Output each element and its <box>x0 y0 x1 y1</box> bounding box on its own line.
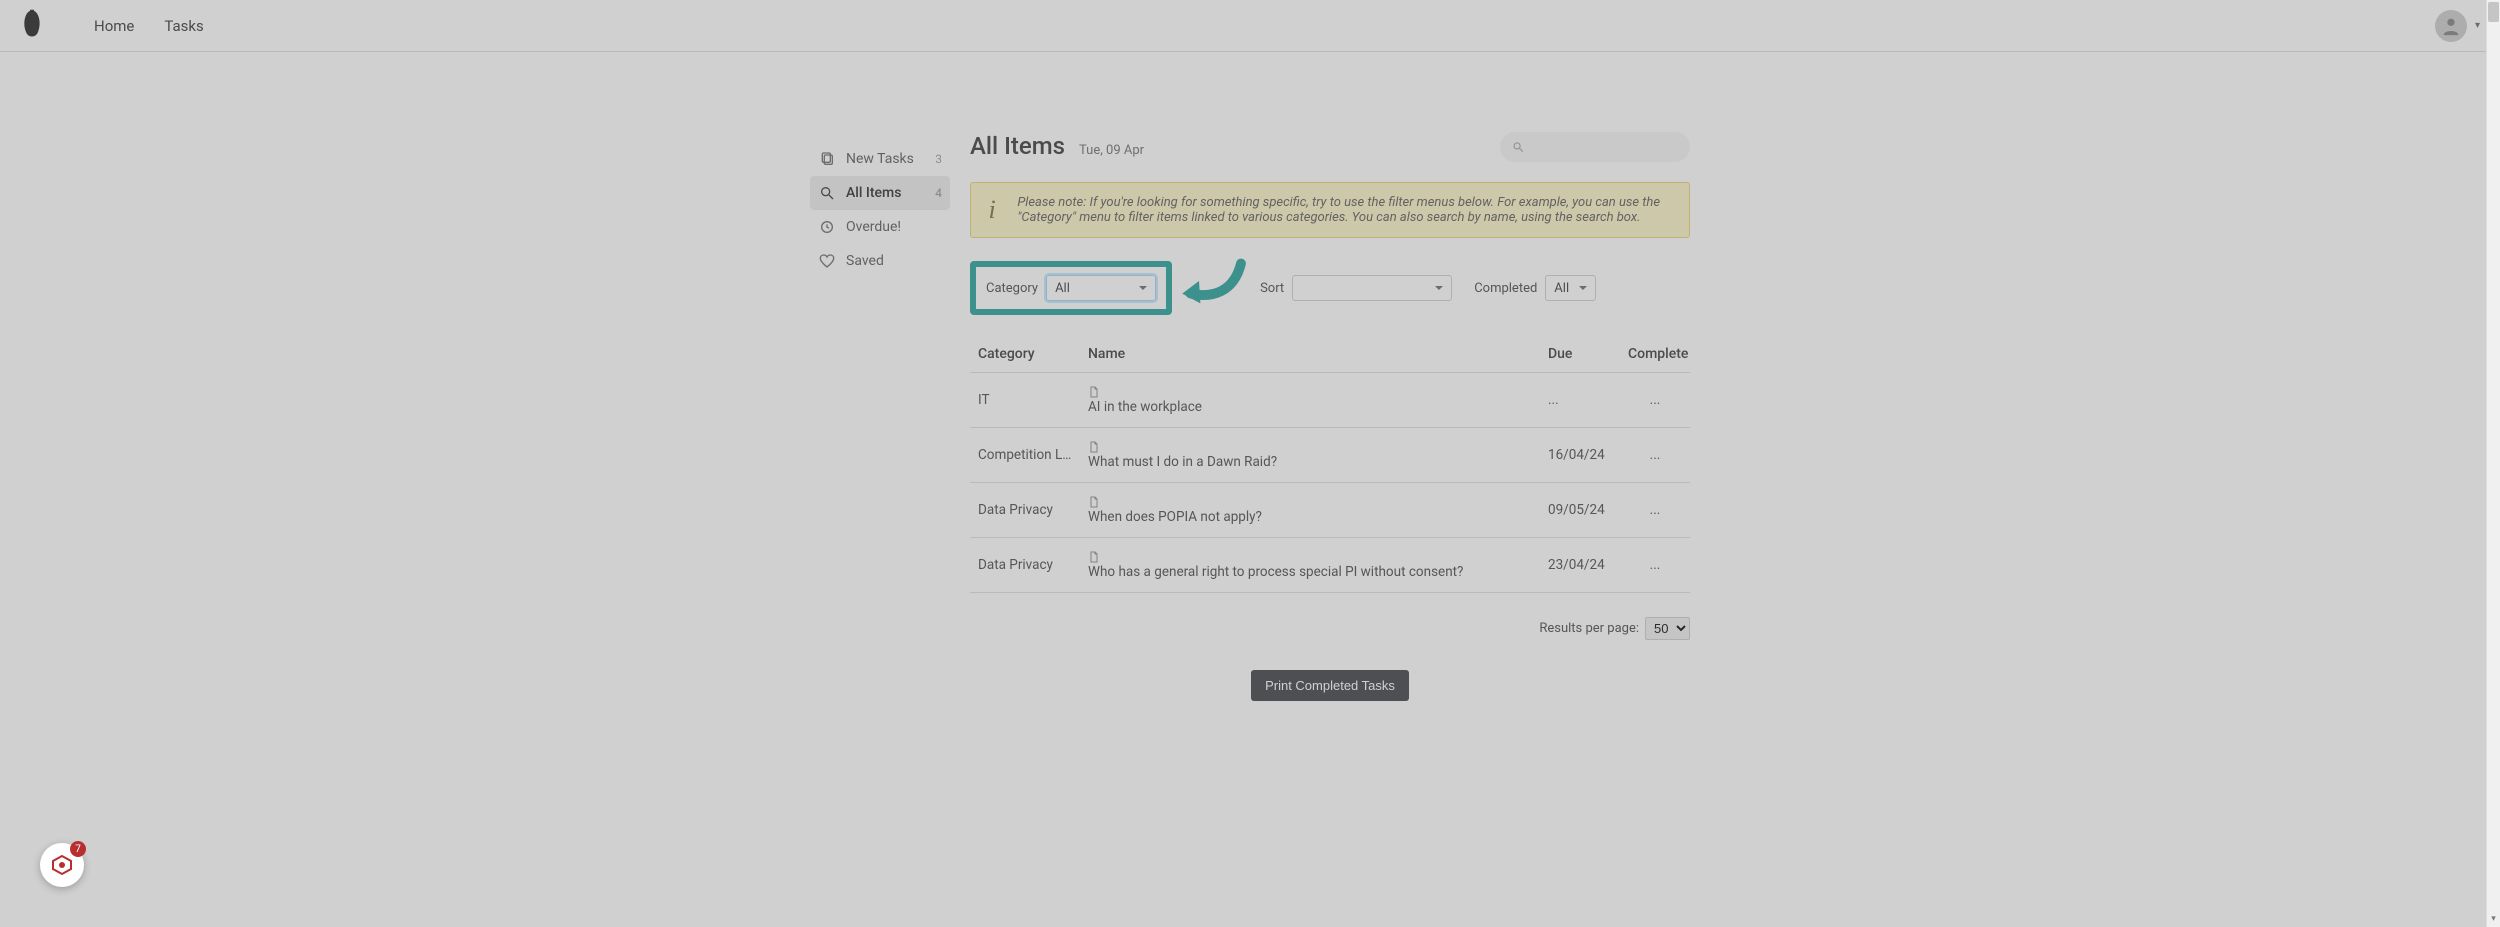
col-header-name: Name <box>1080 336 1540 373</box>
clock-icon <box>818 218 836 236</box>
sidebar-item-overdue[interactable]: Overdue! <box>810 210 950 244</box>
cell-category: Competition Law <box>970 428 1080 483</box>
filter-category-select[interactable]: All <box>1046 275 1156 301</box>
sidebar-item-all-items[interactable]: All Items 4 <box>810 176 950 210</box>
widget-icon <box>50 853 74 877</box>
table-row[interactable]: Data PrivacyWho has a general right to p… <box>970 538 1690 593</box>
app-logo <box>20 8 44 44</box>
nav-tasks[interactable]: Tasks <box>164 17 203 35</box>
vertical-scrollbar[interactable]: ▾ <box>2486 0 2500 927</box>
filter-completed-group: Completed All <box>1468 269 1602 307</box>
page-date: Tue, 09 Apr <box>1079 143 1144 158</box>
tasks-table: Category Name Due Complete ITAI in the w… <box>970 336 1690 593</box>
main: All Items Tue, 09 Apr i Please note: If … <box>970 132 1690 927</box>
cell-complete: ... <box>1620 428 1690 483</box>
cell-category: IT <box>970 373 1080 428</box>
filter-completed-select[interactable]: All <box>1545 275 1596 301</box>
pager-select[interactable]: 50 <box>1645 617 1690 640</box>
print-completed-button[interactable]: Print Completed Tasks <box>1251 670 1409 701</box>
sidebar-item-label: New Tasks <box>846 151 914 167</box>
page-title: All Items <box>970 132 1065 160</box>
pager-label: Results per page: <box>1539 621 1639 636</box>
sidebar-item-new-tasks[interactable]: New Tasks 3 <box>810 142 950 176</box>
table-row[interactable]: Data PrivacyWhen does POPIA not apply?09… <box>970 483 1690 538</box>
avatar[interactable] <box>2435 10 2467 42</box>
cell-due: 16/04/24 <box>1540 428 1620 483</box>
title-row: All Items Tue, 09 Apr <box>970 132 1690 162</box>
search-icon <box>818 184 836 202</box>
callout-arrow-icon <box>1178 258 1248 318</box>
cell-due: 09/05/24 <box>1540 483 1620 538</box>
cell-category: Data Privacy <box>970 538 1080 593</box>
sidebar-item-saved[interactable]: Saved <box>810 244 950 278</box>
cell-complete: ... <box>1620 483 1690 538</box>
notice-text: Please note: If you're looking for somet… <box>1017 195 1673 225</box>
scrollbar-thumb[interactable] <box>2488 2 2499 22</box>
filter-sort-group: Sort <box>1254 269 1458 307</box>
nav-links: Home Tasks <box>94 17 204 35</box>
cell-category: Data Privacy <box>970 483 1080 538</box>
scrollbar-down-icon[interactable]: ▾ <box>2487 913 2500 925</box>
col-header-category: Category <box>970 336 1080 373</box>
cell-name: When does POPIA not apply? <box>1080 483 1540 538</box>
sidebar: New Tasks 3 All Items 4 Overdue! <box>810 132 950 927</box>
col-header-complete: Complete <box>1620 336 1690 373</box>
help-widget[interactable]: 7 <box>40 843 84 887</box>
filter-sort-select[interactable] <box>1292 275 1452 301</box>
heart-icon <box>818 252 836 270</box>
filter-category-label: Category <box>986 281 1038 296</box>
cell-name: Who has a general right to process speci… <box>1080 538 1540 593</box>
pager: Results per page: 50 <box>970 617 1690 640</box>
cell-name: What must I do in a Dawn Raid? <box>1080 428 1540 483</box>
nav-home[interactable]: Home <box>94 17 134 35</box>
sidebar-item-count: 4 <box>935 186 942 200</box>
info-icon: i <box>987 195 997 225</box>
filter-category-value: All <box>1055 281 1070 296</box>
search-icon <box>1512 140 1524 154</box>
sidebar-item-count: 3 <box>935 152 942 166</box>
cell-complete: ... <box>1620 373 1690 428</box>
sidebar-item-label: Overdue! <box>846 219 901 235</box>
info-notice: i Please note: If you're looking for som… <box>970 182 1690 238</box>
cell-due: ... <box>1540 373 1620 428</box>
avatar-caret-icon[interactable]: ▾ <box>2475 20 2480 31</box>
table-row[interactable]: Competition LawWhat must I do in a Dawn … <box>970 428 1690 483</box>
search-input[interactable] <box>1532 139 1678 156</box>
widget-badge: 7 <box>70 841 86 857</box>
cell-due: 23/04/24 <box>1540 538 1620 593</box>
col-header-due: Due <box>1540 336 1620 373</box>
filter-category-group: Category All <box>970 261 1172 315</box>
sidebar-item-label: Saved <box>846 253 884 269</box>
copy-icon <box>818 150 836 168</box>
cell-complete: ... <box>1620 538 1690 593</box>
page: New Tasks 3 All Items 4 Overdue! <box>0 52 2500 927</box>
filter-sort-label: Sort <box>1260 281 1284 296</box>
cell-name: AI in the workplace <box>1080 373 1540 428</box>
topbar: Home Tasks ▾ <box>0 0 2500 52</box>
filters: Category All Sort Completed <box>970 258 1690 318</box>
table-row[interactable]: ITAI in the workplace...... <box>970 373 1690 428</box>
topbar-right: ▾ <box>2435 10 2480 42</box>
filter-completed-label: Completed <box>1474 281 1537 296</box>
user-icon <box>2440 15 2462 37</box>
search-box[interactable] <box>1500 132 1690 162</box>
filter-completed-value: All <box>1554 281 1569 296</box>
sidebar-item-label: All Items <box>846 185 901 201</box>
